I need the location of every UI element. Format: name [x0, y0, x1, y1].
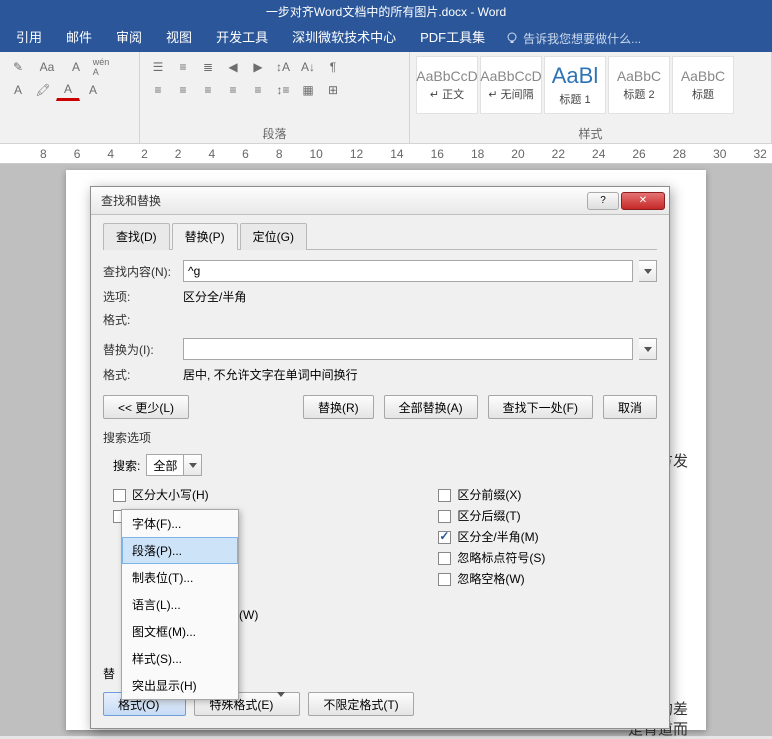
options-value: 区分全/半角: [183, 288, 246, 305]
replace-dropdown-button[interactable]: [639, 338, 657, 360]
ruler[interactable]: 8642246810121416182022242628303234363840…: [0, 144, 772, 164]
popup-style[interactable]: 样式(S)...: [122, 645, 238, 672]
style-item[interactable]: AaBbCcD↵ 无间隔: [480, 56, 542, 114]
match-case-checkbox[interactable]: 区分大小写(H): [113, 486, 258, 503]
find-next-button[interactable]: 查找下一处(F): [488, 395, 593, 419]
tell-me-search[interactable]: 告诉我您想要做什么...: [505, 30, 641, 47]
menu-bar: 引用 邮件 审阅 视图 开发工具 深圳微软技术中心 PDF工具集 告诉我您想要做…: [0, 24, 772, 52]
highlight-icon[interactable]: 🖍: [31, 79, 55, 101]
tell-me-text: 告诉我您想要做什么...: [523, 30, 641, 47]
find-input[interactable]: ^g: [183, 260, 633, 282]
distribute-icon[interactable]: ≡: [246, 79, 270, 101]
ribbon: ✎ Aa A wénA A 🖍 A A ☰ ≡ ≣: [0, 52, 772, 144]
dialog-title: 查找和替换: [95, 192, 161, 209]
replace-format-label: 格式:: [103, 366, 177, 383]
search-direction-value: 全部: [147, 457, 183, 474]
popup-frame[interactable]: 图文框(M)...: [122, 618, 238, 645]
find-dropdown-button[interactable]: [639, 260, 657, 282]
styles-group-label: 样式: [416, 125, 765, 141]
replace-input[interactable]: [183, 338, 633, 360]
no-formatting-button[interactable]: 不限定格式(T): [308, 692, 413, 716]
numbering-icon[interactable]: ≡: [171, 56, 195, 78]
option-checkbox[interactable]: 区分后缀(T): [438, 507, 545, 524]
phonetic-icon[interactable]: wénA: [89, 56, 113, 78]
bullets-icon[interactable]: ☰: [146, 56, 170, 78]
borders-icon[interactable]: ⊞: [321, 79, 345, 101]
shading-icon[interactable]: ▦: [296, 79, 320, 101]
style-item[interactable]: AaBbC标题 2: [608, 56, 670, 114]
multilevel-icon[interactable]: ≣: [196, 56, 220, 78]
font-group-label: [6, 125, 133, 141]
menu-shenzhen[interactable]: 深圳微软技术中心: [280, 24, 408, 52]
sort-icon[interactable]: A↓: [296, 56, 320, 78]
menu-developer[interactable]: 开发工具: [204, 24, 280, 52]
title-bar: 一步对齐Word文档中的所有图片.docx - Word: [0, 0, 772, 24]
replace-format-value: 居中, 不允许文字在单词中间换行: [183, 366, 358, 383]
menu-references[interactable]: 引用: [4, 24, 54, 52]
font-color-icon[interactable]: A: [56, 79, 80, 101]
search-direction-combo[interactable]: 全部: [146, 454, 202, 476]
paragraph-group-label: 段落: [146, 125, 403, 141]
options-label: 选项:: [103, 288, 177, 305]
format-popup-menu: 字体(F)... 段落(P)... 制表位(T)... 语言(L)... 图文框…: [121, 509, 239, 700]
show-marks-icon[interactable]: ¶: [321, 56, 345, 78]
style-item[interactable]: AaBbC标题: [672, 56, 734, 114]
chevron-down-icon: [644, 347, 652, 352]
dialog-titlebar[interactable]: 查找和替换 ? ✕: [91, 187, 669, 215]
lightbulb-icon: [505, 31, 519, 45]
style-item[interactable]: AaBl标题 1: [544, 56, 606, 114]
find-format-label: 格式:: [103, 311, 177, 328]
clear-format-icon[interactable]: A: [64, 56, 88, 78]
less-button[interactable]: << 更少(L): [103, 395, 189, 419]
find-label: 查找内容(N):: [103, 263, 177, 280]
menu-mailings[interactable]: 邮件: [54, 24, 104, 52]
styles-gallery[interactable]: AaBbCcD↵ 正文AaBbCcD↵ 无间隔AaBl标题 1AaBbC标题 2…: [416, 56, 765, 125]
popup-font[interactable]: 字体(F)...: [122, 510, 238, 537]
justify-icon[interactable]: ≡: [221, 79, 245, 101]
menu-view[interactable]: 视图: [154, 24, 204, 52]
align-center-icon[interactable]: ≡: [171, 79, 195, 101]
replace-label: 替换为(I):: [103, 341, 177, 358]
text-direction-icon[interactable]: ↕A: [271, 56, 295, 78]
popup-highlight[interactable]: 突出显示(H): [122, 672, 238, 699]
search-options-label: 搜索选项: [103, 429, 657, 446]
menu-review[interactable]: 审阅: [104, 24, 154, 52]
option-checkbox[interactable]: 忽略空格(W): [438, 570, 545, 587]
align-left-icon[interactable]: ≡: [146, 79, 170, 101]
style-item[interactable]: AaBbCcD↵ 正文: [416, 56, 478, 114]
menu-pdf[interactable]: PDF工具集: [408, 24, 497, 52]
chevron-down-icon: [644, 269, 652, 274]
option-checkbox[interactable]: 区分全/半角(M): [438, 528, 545, 545]
dialog-close-button[interactable]: ✕: [621, 192, 665, 210]
cancel-button[interactable]: 取消: [603, 395, 657, 419]
font-case-icon[interactable]: Aa: [31, 56, 63, 78]
find-replace-dialog: 查找和替换 ? ✕ 查找(D) 替换(P) 定位(G) 查找内容(N): ^g …: [90, 186, 670, 729]
decrease-indent-icon[interactable]: ◀: [221, 56, 245, 78]
right-options: 区分前缀(X) 区分后缀(T) 区分全/半角(M) 忽略标点符号(S) 忽略空格(W): [438, 482, 545, 627]
char-border-icon[interactable]: A: [81, 79, 105, 101]
chevron-down-icon: [183, 455, 201, 475]
format-painter-icon[interactable]: ✎: [6, 56, 30, 78]
option-checkbox[interactable]: 区分前缀(X): [438, 486, 545, 503]
popup-tabs[interactable]: 制表位(T)...: [122, 564, 238, 591]
text-effects-icon[interactable]: A: [6, 79, 30, 101]
popup-language[interactable]: 语言(L)...: [122, 591, 238, 618]
chevron-down-icon: [277, 692, 285, 711]
increase-indent-icon[interactable]: ▶: [246, 56, 270, 78]
replace-all-button[interactable]: 全部替换(A): [384, 395, 478, 419]
tab-replace[interactable]: 替换(P): [172, 223, 238, 250]
tab-find[interactable]: 查找(D): [103, 223, 170, 250]
replace-button[interactable]: 替换(R): [303, 395, 374, 419]
tab-goto[interactable]: 定位(G): [240, 223, 307, 250]
dialog-help-button[interactable]: ?: [587, 192, 619, 210]
option-checkbox[interactable]: 忽略标点符号(S): [438, 549, 545, 566]
dialog-tabs: 查找(D) 替换(P) 定位(G): [103, 223, 657, 250]
align-right-icon[interactable]: ≡: [196, 79, 220, 101]
search-direction-label: 搜索:: [113, 457, 140, 474]
popup-paragraph[interactable]: 段落(P)...: [122, 537, 238, 564]
line-spacing-icon[interactable]: ↕≡: [271, 79, 295, 101]
